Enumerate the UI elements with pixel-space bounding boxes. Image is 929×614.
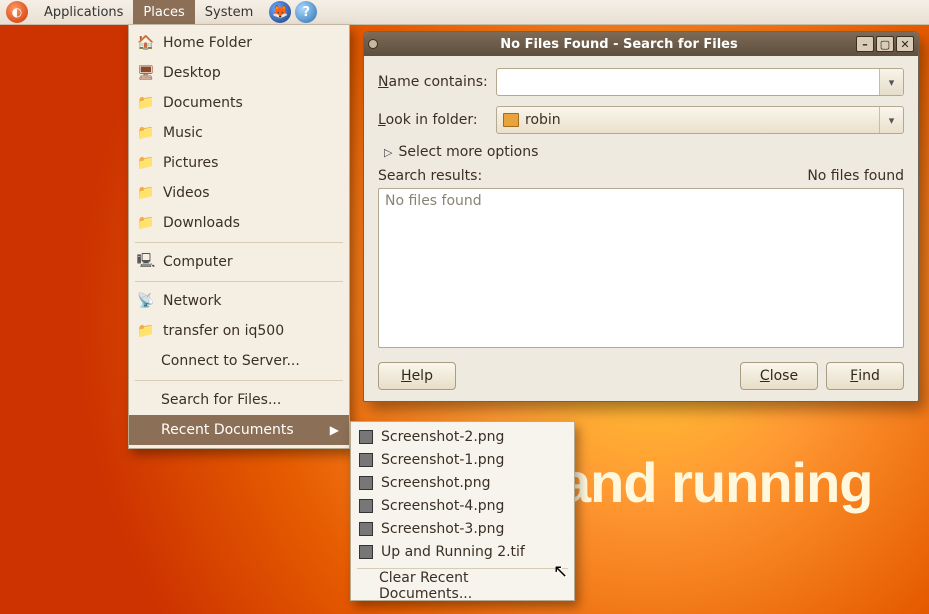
select-more-options[interactable]: ▷ Select more options	[378, 144, 904, 160]
menu-item-label: Connect to Server...	[161, 353, 300, 369]
more-options-label: Select more options	[398, 144, 538, 160]
computer-icon: 🖳	[137, 253, 155, 271]
recent-item-label: Screenshot-3.png	[381, 521, 504, 537]
menu-item-label: Computer	[163, 254, 233, 270]
menu-item-label: Recent Documents	[161, 422, 294, 438]
menu-item-label: Network	[163, 293, 221, 309]
menu-item-label: Music	[163, 125, 203, 141]
dropdown-button-icon[interactable]: ▾	[879, 107, 903, 133]
recent-item-label: Screenshot-1.png	[381, 452, 504, 468]
home-folder-icon: 🏠	[137, 34, 155, 52]
recent-clear[interactable]: Clear Recent Documents...	[351, 574, 574, 597]
help-launcher-icon[interactable]: ?	[295, 1, 317, 23]
image-thumb-icon	[359, 430, 373, 444]
recent-item[interactable]: Screenshot-2.png	[351, 425, 574, 448]
distributor-logo-icon[interactable]: ◐	[6, 1, 28, 23]
close-button[interactable]: Close	[740, 362, 818, 390]
wallpaper-text: and running	[560, 450, 873, 515]
name-contains-input[interactable]	[497, 74, 879, 90]
places-desktop[interactable]: 🖥 Desktop	[129, 58, 349, 88]
network-icon: 📡	[137, 292, 155, 310]
window-menu-icon[interactable]	[368, 39, 378, 49]
menu-separator	[135, 281, 343, 282]
menu-item-label: Documents	[163, 95, 243, 111]
mouse-cursor-icon: ↖	[553, 561, 568, 582]
search-status: No files found	[807, 168, 904, 184]
recent-item[interactable]: Screenshot-4.png	[351, 494, 574, 517]
places-menu: 🏠Home Folder 🖥Desktop 📁Documents 📁Music …	[128, 25, 350, 449]
places-transfer[interactable]: 📁 transfer on iq500	[129, 316, 349, 346]
window-maximize-button[interactable]: ▢	[876, 36, 894, 52]
places-pictures[interactable]: 📁 Pictures	[129, 148, 349, 178]
menu-item-label: transfer on iq500	[163, 323, 284, 339]
menu-separator	[135, 242, 343, 243]
name-contains-combo[interactable]: ▾	[496, 68, 904, 96]
window-body: Name contains: ▾ Look in folder: robin ▾…	[364, 56, 918, 402]
window-titlebar[interactable]: No Files Found - Search for Files – ▢ ✕	[364, 32, 918, 56]
search-results-label: Search results:	[378, 168, 482, 184]
menu-item-label: Videos	[163, 185, 210, 201]
search-results-list[interactable]: No files found	[378, 188, 904, 348]
look-in-folder-label: Look in folder:	[378, 112, 496, 128]
image-thumb-icon	[359, 453, 373, 467]
recent-item-label: Screenshot-2.png	[381, 429, 504, 445]
folder-remote-icon: 📁	[137, 322, 155, 340]
places-documents[interactable]: 📁 Documents	[129, 88, 349, 118]
places-music[interactable]: 📁 Music	[129, 118, 349, 148]
menu-item-label: Search for Files...	[161, 392, 281, 408]
firefox-launcher-icon[interactable]: 🦊	[269, 1, 291, 23]
image-thumb-icon	[359, 522, 373, 536]
menu-item-label: Pictures	[163, 155, 218, 171]
places-connect-server[interactable]: Connect to Server...	[129, 346, 349, 376]
window-close-button[interactable]: ✕	[896, 36, 914, 52]
folder-videos-icon: 📁	[137, 184, 155, 202]
window-title: No Files Found - Search for Files	[384, 37, 854, 52]
dropdown-button-icon[interactable]: ▾	[879, 69, 903, 95]
menu-system[interactable]: System	[195, 0, 263, 24]
places-home[interactable]: 🏠 Home Folder	[129, 28, 349, 58]
places-search-files[interactable]: Search for Files...	[129, 385, 349, 415]
image-thumb-icon	[359, 545, 373, 559]
name-contains-label: Name contains:	[378, 74, 496, 90]
menu-item-label: Desktop	[163, 65, 221, 81]
home-folder-icon	[503, 113, 519, 127]
look-in-folder-combo[interactable]: robin ▾	[496, 106, 904, 134]
expander-triangle-icon: ▷	[384, 146, 392, 159]
folder-value: robin	[525, 112, 561, 128]
search-files-window: No Files Found - Search for Files – ▢ ✕ …	[363, 31, 919, 402]
help-button[interactable]: Help	[378, 362, 456, 390]
places-recent-documents[interactable]: Recent Documents ▶	[129, 415, 349, 445]
desktop-icon: 🖥	[137, 64, 155, 82]
places-downloads[interactable]: 📁 Downloads	[129, 208, 349, 238]
places-videos[interactable]: 📁 Videos	[129, 178, 349, 208]
menu-places[interactable]: Places	[133, 0, 194, 24]
find-button[interactable]: Find	[826, 362, 904, 390]
recent-item-label: Screenshot-4.png	[381, 498, 504, 514]
folder-downloads-icon: 📁	[137, 214, 155, 232]
recent-item[interactable]: Screenshot-3.png	[351, 517, 574, 540]
recent-item[interactable]: Screenshot-1.png	[351, 448, 574, 471]
results-empty-text: No files found	[385, 193, 897, 209]
places-computer[interactable]: 🖳 Computer	[129, 247, 349, 277]
recent-documents-menu: Screenshot-2.png Screenshot-1.png Screen…	[350, 421, 575, 601]
window-minimize-button[interactable]: –	[856, 36, 874, 52]
folder-pictures-icon: 📁	[137, 154, 155, 172]
menu-item-label: Home Folder	[163, 35, 252, 51]
menu-item-label: Clear Recent Documents...	[379, 570, 564, 602]
recent-item[interactable]: Screenshot.png	[351, 471, 574, 494]
recent-item[interactable]: Up and Running 2.tif	[351, 540, 574, 563]
menu-separator	[135, 380, 343, 381]
recent-item-label: Screenshot.png	[381, 475, 490, 491]
folder-music-icon: 📁	[137, 124, 155, 142]
submenu-arrow-icon: ▶	[330, 423, 339, 437]
folder-icon: 📁	[137, 94, 155, 112]
places-network[interactable]: 📡 Network	[129, 286, 349, 316]
menu-applications[interactable]: Applications	[34, 0, 133, 24]
image-thumb-icon	[359, 499, 373, 513]
recent-item-label: Up and Running 2.tif	[381, 544, 525, 560]
menu-item-label: Downloads	[163, 215, 240, 231]
image-thumb-icon	[359, 476, 373, 490]
top-panel: ◐ Applications Places System 🦊 ?	[0, 0, 929, 25]
